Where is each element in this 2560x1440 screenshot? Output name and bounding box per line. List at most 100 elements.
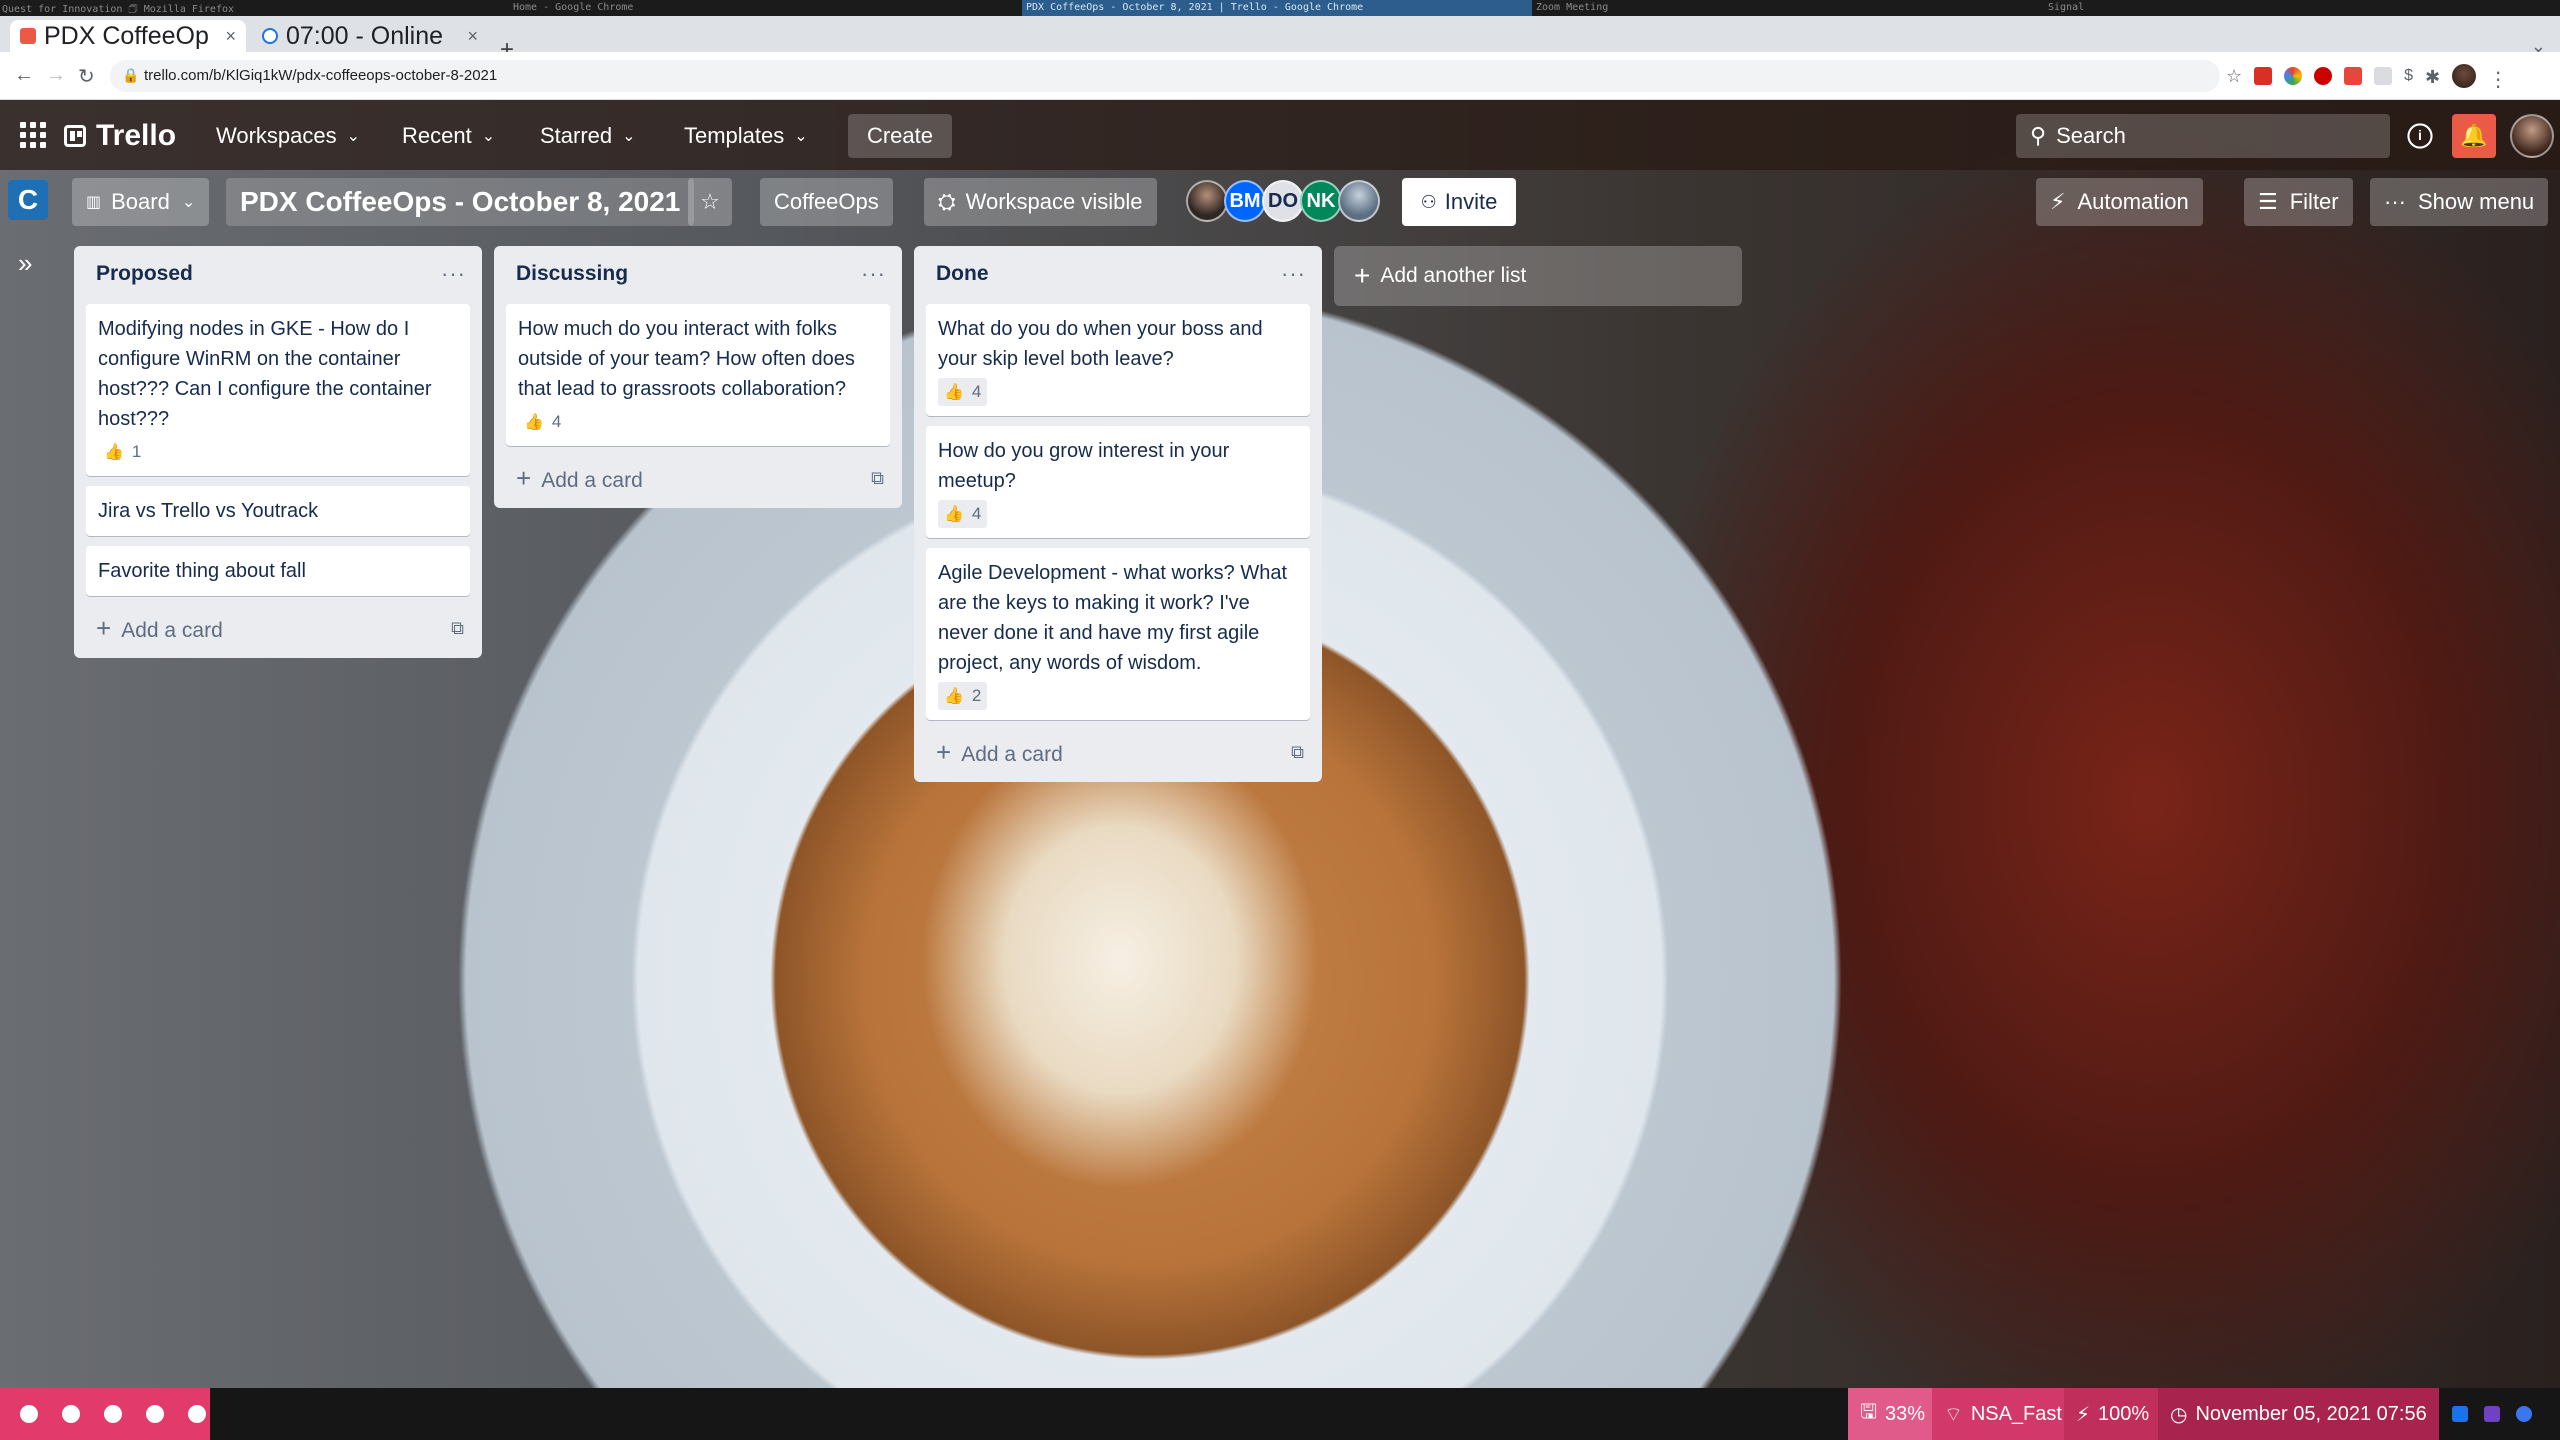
list-menu-icon[interactable]: ··· (441, 261, 466, 287)
extension-icon[interactable] (2284, 67, 2303, 85)
card[interactable]: Modifying nodes in GKE - How do I config… (86, 304, 470, 476)
list-title[interactable]: Discussing (516, 262, 628, 286)
add-card-button[interactable]: + Add a card ⧉ (82, 606, 474, 650)
datetime-value: November 05, 2021 07:56 (2195, 1402, 2427, 1425)
member-avatar[interactable] (2510, 114, 2554, 158)
extension-icon[interactable] (2374, 67, 2393, 85)
wm-window-title-active[interactable]: PDX CoffeeOps - October 8, 2021 | Trello… (1022, 0, 1532, 16)
trello-logo[interactable]: Trello (64, 118, 176, 154)
lock-icon[interactable]: 🔒 (122, 67, 139, 84)
vote-badge[interactable]: 👍 1 (98, 438, 147, 466)
thumbs-up-icon: 👍 (944, 506, 964, 523)
card[interactable]: Jira vs Trello vs Youtrack (86, 486, 470, 536)
back-icon[interactable]: ← (14, 64, 34, 87)
disk-icon: 🖫 (1860, 1401, 1878, 1423)
extension-icon[interactable] (2254, 67, 2273, 85)
sidebar-expand-icon[interactable]: » (18, 248, 32, 279)
card[interactable]: Agile Development - what works? What are… (926, 548, 1310, 720)
add-card-button[interactable]: + Add a card ⧉ (502, 456, 894, 500)
browser-tab-trello[interactable]: PDX CoffeeOp × (10, 20, 246, 52)
list-menu-icon[interactable]: ··· (1281, 261, 1306, 287)
workspace-dot[interactable] (104, 1405, 122, 1423)
card-template-icon[interactable]: ⧉ (451, 618, 464, 639)
show-menu-button[interactable]: ··· Show menu (2370, 178, 2549, 226)
workspace-name-button[interactable]: CoffeeOps (760, 178, 893, 226)
workspace-dot[interactable] (20, 1405, 38, 1423)
list-menu-icon[interactable]: ··· (861, 261, 886, 287)
address-bar[interactable]: 🔒 trello.com/b/KlGiq1kW/pdx-coffeeops-oc… (110, 60, 2220, 92)
extension-icon[interactable] (2314, 67, 2333, 85)
close-icon[interactable]: × (467, 26, 478, 47)
wm-window-title[interactable]: Home - Google Chrome (513, 2, 993, 13)
board-title[interactable]: PDX CoffeeOps - October 8, 2021 (226, 178, 695, 226)
wifi-status: ⌔ NSA_Fast (1932, 1388, 2074, 1440)
workspaces-menu[interactable]: Workspaces ⌄ (216, 118, 360, 154)
card[interactable]: How do you grow interest in your meetup?… (926, 426, 1310, 538)
workspace-badge[interactable]: C (8, 180, 48, 220)
workspace-dot[interactable] (62, 1405, 80, 1423)
vote-badge[interactable]: 👍 4 (518, 408, 567, 436)
create-button[interactable]: Create (848, 114, 952, 158)
profile-avatar[interactable] (2452, 64, 2477, 88)
workspace-switcher (0, 1388, 210, 1440)
star-board-icon[interactable]: ☆ (688, 178, 732, 226)
tray-icon[interactable] (2484, 1406, 2500, 1422)
wm-window-title[interactable]: Signal (2048, 2, 2528, 13)
card-template-icon[interactable]: ⧉ (1291, 742, 1304, 763)
tab-label: PDX CoffeeOp (44, 21, 209, 50)
list-discussing: Discussing ··· How much do you interact … (494, 246, 902, 508)
app-switcher-icon[interactable] (20, 122, 46, 148)
member-avatar[interactable] (1186, 180, 1228, 222)
add-card-button[interactable]: + Add a card ⧉ (922, 730, 1314, 774)
bookmark-star-icon[interactable]: ☆ (2226, 66, 2242, 87)
puzzle-icon[interactable]: ✱ (2425, 67, 2440, 87)
recent-menu[interactable]: Recent ⌄ (402, 118, 495, 154)
kebab-menu-icon[interactable]: ⋮ (2488, 67, 2508, 91)
visibility-label: Workspace visible (965, 189, 1143, 214)
browser-tab-online[interactable]: 07:00 - Online × (252, 20, 488, 52)
list-title[interactable]: Done (936, 262, 989, 286)
member-avatar[interactable]: NK (1300, 180, 1342, 222)
search-input[interactable]: ⚲ Search (2016, 114, 2390, 158)
vote-badge[interactable]: 👍 2 (938, 682, 988, 710)
automation-button[interactable]: ⚡ Automation (2036, 178, 2203, 226)
close-icon[interactable]: × (225, 26, 236, 47)
vote-badge[interactable]: 👍 4 (938, 378, 988, 406)
list-title[interactable]: Proposed (96, 262, 193, 286)
extension-icon[interactable] (2344, 67, 2363, 85)
visibility-button[interactable]: ⛭ Workspace visible (924, 178, 1157, 226)
url-text[interactable]: trello.com/b/KlGiq1kW/pdx-coffeeops-octo… (144, 67, 497, 84)
filter-label: Filter (2289, 189, 2339, 214)
add-list-button[interactable]: + Add another list (1334, 246, 1742, 306)
tray-icon[interactable] (2452, 1406, 2468, 1422)
vote-count: 4 (971, 382, 982, 401)
extension-icon[interactable]: $ (2404, 67, 2413, 85)
card[interactable]: Favorite thing about fall (86, 546, 470, 596)
chevron-down-icon: ⌄ (346, 128, 361, 145)
card[interactable]: How much do you interact with folks outs… (506, 304, 890, 446)
member-avatar[interactable]: DO (1262, 180, 1304, 222)
forward-icon[interactable]: → (46, 64, 66, 87)
invite-button[interactable]: ⚇ Invite (1402, 178, 1516, 226)
card[interactable]: What do you do when your boss and your s… (926, 304, 1310, 416)
info-icon[interactable]: i (2407, 123, 2433, 149)
filter-button[interactable]: ☰ Filter (2244, 178, 2353, 226)
workspace-dot[interactable] (146, 1405, 164, 1423)
templates-menu[interactable]: Templates ⌄ (684, 118, 808, 154)
wm-window-title[interactable]: Zoom Meeting (1536, 2, 2016, 13)
member-avatar[interactable] (1338, 180, 1380, 222)
card-template-icon[interactable]: ⧉ (871, 468, 884, 489)
vote-count: 4 (971, 504, 982, 523)
workspace-dot[interactable] (188, 1405, 206, 1423)
member-avatar[interactable]: BM (1224, 180, 1266, 222)
disk-status: 🖫 33% (1848, 1388, 1938, 1440)
show-menu-label: Show menu (2417, 189, 2535, 214)
signal-tray-icon[interactable] (2516, 1406, 2532, 1422)
reload-icon[interactable]: ↻ (78, 64, 95, 89)
notification-bell-icon[interactable]: 🔔 (2452, 114, 2496, 158)
vote-badge[interactable]: 👍 4 (938, 500, 988, 528)
board-view-switcher[interactable]: ▥ Board ⌄ (72, 178, 210, 226)
add-list-label: Add another list (1380, 264, 1527, 287)
browser-tab-strip: PDX CoffeeOp × 07:00 - Online × + ⌄ (0, 16, 2560, 63)
starred-menu[interactable]: Starred ⌄ (540, 118, 636, 154)
